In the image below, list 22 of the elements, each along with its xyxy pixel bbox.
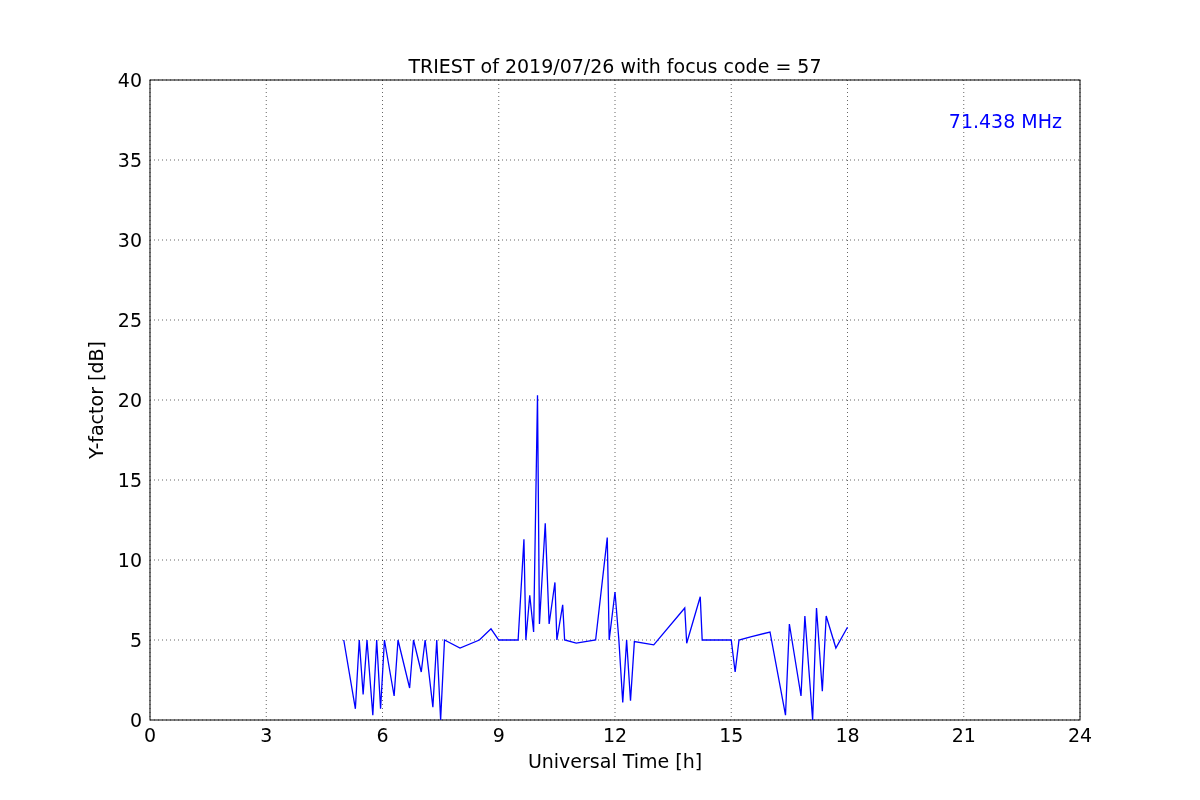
x-tick-label: 3 bbox=[260, 724, 273, 746]
y-tick-label: 35 bbox=[117, 149, 142, 171]
x-tick-label: 18 bbox=[835, 724, 860, 746]
x-tick-label: 0 bbox=[143, 724, 157, 746]
x-tick-label: 15 bbox=[719, 724, 744, 746]
x-tick-label: 24 bbox=[1067, 724, 1093, 746]
chart-title: TRIEST of 2019/07/26 with focus code = 57 bbox=[408, 55, 822, 77]
y-axis-label: Y-factor [dB] bbox=[85, 341, 107, 459]
x-tick-label: 12 bbox=[602, 724, 628, 746]
y-tick-label: 20 bbox=[117, 389, 142, 411]
series-label: 71.438 MHz bbox=[948, 110, 1062, 132]
y-tick-label: 10 bbox=[117, 549, 142, 571]
y-tick-label: 40 bbox=[117, 69, 142, 91]
x-tick-label: 9 bbox=[492, 724, 505, 746]
x-tick-label: 6 bbox=[376, 724, 389, 746]
y-tick-label: 30 bbox=[117, 229, 142, 251]
y-tick-label: 25 bbox=[117, 309, 142, 331]
y-tick-label: 5 bbox=[129, 629, 142, 651]
x-axis-label: Universal Time [h] bbox=[527, 750, 703, 772]
y-tick-label: 0 bbox=[129, 709, 142, 731]
x-tick-label: 21 bbox=[951, 724, 976, 746]
y-tick-label: 15 bbox=[117, 469, 142, 491]
